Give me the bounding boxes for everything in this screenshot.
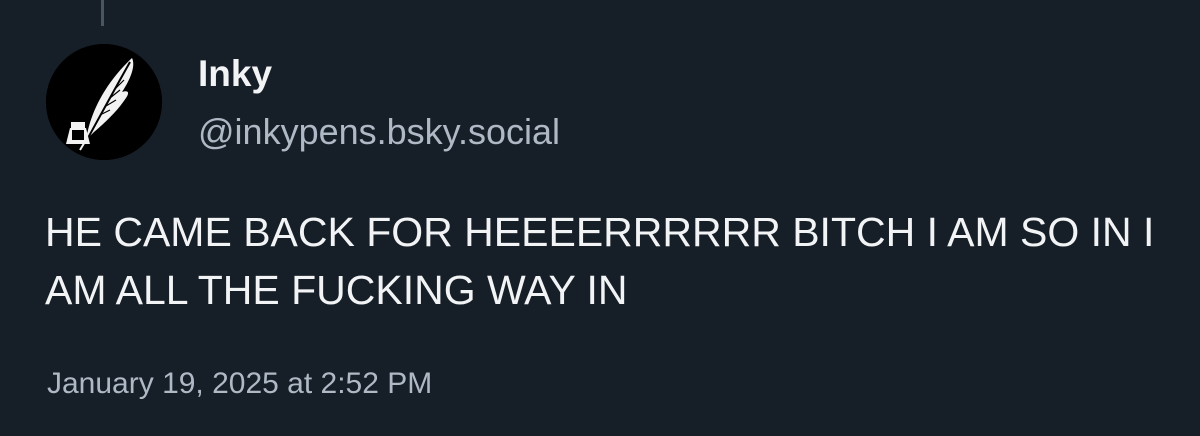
avatar[interactable]	[46, 44, 162, 160]
author-display-name[interactable]: Inky	[198, 52, 272, 96]
quill-and-inkwell-icon	[46, 44, 162, 160]
author-handle[interactable]: @inkypens.bsky.social	[198, 110, 560, 154]
thread-connector-line	[101, 0, 104, 26]
post-timestamp[interactable]: January 19, 2025 at 2:52 PM	[47, 362, 432, 406]
post-text: HE CAME BACK FOR HEEEERRRRRR BITCH I AM …	[45, 209, 1155, 313]
